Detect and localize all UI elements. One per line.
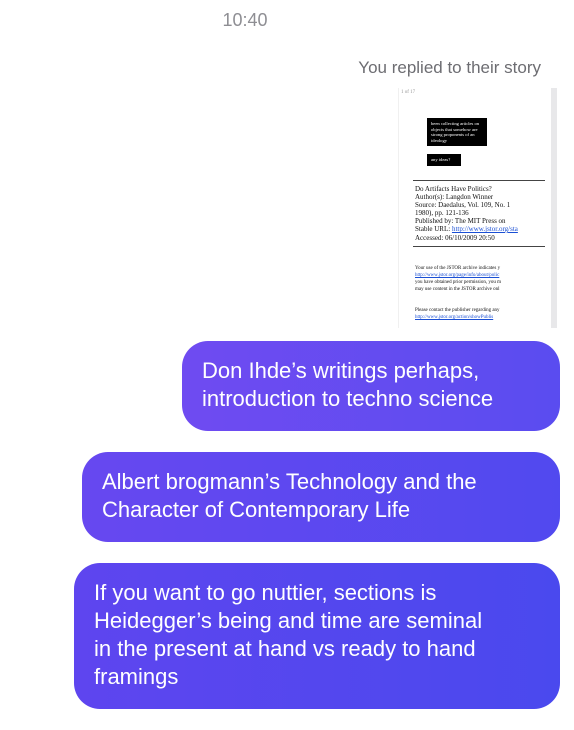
message-text-line: in the present at hand vs ready to hand — [94, 636, 476, 661]
document-pages: 1980), pp. 121-136 — [415, 209, 469, 217]
terms-line: you have obtained prior permission, you … — [415, 280, 501, 285]
document-stable-url: Stable URL: http://www.jstor.org/sta — [415, 225, 518, 233]
story-reply-label: You replied to their story — [358, 58, 541, 77]
stable-url-label: Stable URL: — [415, 225, 451, 233]
contact-link: http://www.jstor.org/action/showPublis — [415, 315, 494, 320]
message-text-line: Albert brogmann’s Technology and the — [102, 469, 477, 494]
document-source: Source: Daedalus, Vol. 109, No. 1 — [415, 201, 511, 209]
message-text-line: If you want to go nuttier, sections is — [94, 580, 437, 605]
message-bubble[interactable]: If you want to go nuttier, sections is H… — [74, 563, 560, 709]
story-question-sticker: any ideas? — [427, 154, 461, 166]
contact-line: Please contact the publisher regarding a… — [415, 308, 500, 313]
terms-line: may use content in the JSTOR archive onl — [415, 287, 500, 292]
story-thumbnail[interactable]: 1 of 17 been collecting articles on obje… — [398, 88, 557, 328]
stable-url-link: http://www.jstor.org/sta — [451, 225, 518, 233]
message-text-line: framings — [94, 664, 179, 689]
document-author: Author(s): Langdon Winner — [415, 193, 494, 201]
document-accessed: Accessed: 06/10/2009 20:50 — [415, 234, 495, 242]
message-text-line: Character of Contemporary Life — [102, 497, 411, 522]
message-text-line: Don Ihde’s writings perhaps, — [202, 358, 480, 383]
story-page-count: 1 of 17 — [401, 90, 416, 95]
terms-link: http://www.jstor.org/page/info/about/pol… — [415, 273, 500, 278]
message-text-line: Heidegger’s being and time are seminal — [94, 608, 483, 633]
message-timestamp: 10:40 — [222, 10, 268, 30]
message-bubble[interactable]: Don Ihde’s writings perhaps, introductio… — [182, 341, 560, 431]
terms-line: Your use of the JSTOR archive indicates … — [415, 266, 501, 271]
document-publisher: Published by: The MIT Press on — [415, 217, 506, 225]
document-title: Do Artifacts Have Politics? — [415, 185, 492, 193]
message-text-line: introduction to techno science — [202, 386, 494, 411]
story-thumbnail-edge — [551, 88, 557, 328]
document-divider — [413, 246, 545, 247]
document-divider — [413, 180, 545, 181]
message-bubble[interactable]: Albert brogmann’s Technology and the Cha… — [82, 452, 560, 542]
story-text-sticker: been collecting articles on objects that… — [427, 118, 487, 146]
